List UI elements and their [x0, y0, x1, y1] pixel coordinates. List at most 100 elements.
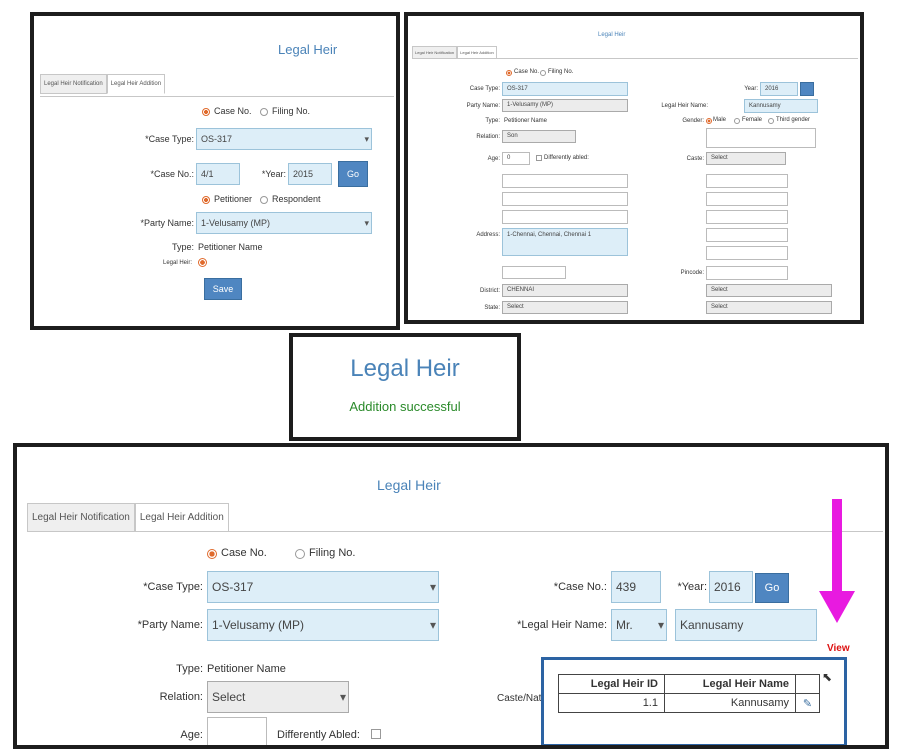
radio-filing-no[interactable] [295, 549, 305, 559]
radio-case-no[interactable] [506, 70, 512, 76]
case-type-select[interactable]: OS-317 ▾ [196, 128, 372, 150]
extra-field-1[interactable] [502, 174, 628, 188]
pincode-input[interactable] [706, 266, 788, 280]
tab-legal-heir-notification[interactable]: Legal Heir Notification [40, 74, 107, 94]
caste-select[interactable]: Select [706, 152, 786, 165]
age-label: Age: [180, 729, 203, 741]
edit-icon[interactable]: ✎ [795, 693, 820, 713]
case-type-label: *Case Type: [145, 134, 194, 144]
radio-petitioner-label: Petitioner [214, 194, 253, 204]
radio-third-gender[interactable] [768, 118, 774, 124]
success-dialog-title: Legal Heir [350, 355, 460, 382]
radio-female[interactable] [734, 118, 740, 124]
chevron-down-icon: ▾ [657, 618, 664, 632]
success-dialog: Legal Heir Addition successful [289, 333, 521, 441]
case-no-input[interactable]: 4/1 [196, 163, 240, 185]
tab-legal-heir-notification[interactable]: Legal Heir Notification [27, 503, 135, 532]
panel-title: Legal Heir [377, 477, 441, 493]
party-name-label: *Party Name: [137, 619, 203, 631]
legal-heir-checkbox[interactable] [198, 258, 207, 267]
go-button[interactable] [800, 82, 814, 96]
legal-heir-name-input[interactable]: Kannusamy [675, 609, 817, 641]
extra-field-4[interactable] [502, 266, 566, 279]
chevron-down-icon: ▾ [339, 690, 346, 704]
party-name-select[interactable]: 1-Velusamy (MP) ▾ [207, 609, 439, 641]
radio-male-label: Male [713, 117, 727, 123]
differently-abled-checkbox[interactable] [371, 729, 381, 739]
differently-abled-label: Differently abled: [544, 155, 589, 161]
tab-legal-heir-addition[interactable]: Legal Heir Addition [106, 74, 166, 94]
relation-select[interactable]: Son [502, 130, 576, 143]
radio-filing-no[interactable] [260, 108, 268, 116]
year-label: Year: [744, 86, 758, 92]
panel-legal-heir-details: Legal Heir Legal Heir Notification Legal… [404, 12, 864, 324]
legal-heir-table-box: Legal Heir ID Legal Heir Name 1.1 Kannus… [541, 657, 847, 745]
year-label: *Year: [677, 581, 707, 593]
go-button[interactable]: Go [755, 573, 789, 603]
relation-select[interactable]: Select ▾ [207, 681, 349, 713]
tab-legal-heir-addition[interactable]: Legal Heir Addition [134, 503, 229, 532]
case-type-select[interactable]: OS-317 ▾ [207, 571, 439, 603]
relation-label: Relation: [476, 134, 500, 140]
caste-label: Caste: [686, 156, 704, 162]
extra-field-2[interactable] [502, 192, 628, 206]
radio-case-no-label: Case No. [221, 547, 267, 559]
panel-legal-heir-result: Legal Heir Legal Heir Notification Legal… [13, 443, 889, 749]
view-link[interactable]: View [827, 643, 850, 654]
address-textarea[interactable]: 1-Chennai, Chennai, Chennai 1 [502, 228, 628, 256]
father-name-input[interactable] [706, 128, 816, 148]
party-name-select[interactable]: 1-Velusamy (MP) ▾ [196, 212, 372, 234]
radio-female-label: Female [742, 117, 763, 123]
extra-field-3[interactable] [502, 210, 628, 224]
age-input[interactable]: 0 [502, 152, 530, 165]
year-input[interactable]: 2016 [760, 82, 798, 96]
radio-filing-no-label: Filing No. [548, 69, 574, 75]
case-no-input[interactable]: 439 [611, 571, 661, 603]
year-input[interactable]: 2016 [709, 571, 753, 603]
gender-label: Gender: [682, 118, 704, 124]
table-cell-name: Kannusamy [663, 693, 797, 713]
chevron-down-icon: ▾ [429, 618, 436, 632]
differently-abled-checkbox[interactable] [536, 155, 542, 161]
panel-title: Legal Heir [278, 42, 338, 57]
table-header-name: Legal Heir Name [663, 674, 797, 694]
go-button[interactable]: Go [338, 161, 368, 187]
type-label: Type: [176, 663, 203, 675]
district2-select[interactable]: Select [706, 284, 832, 297]
radio-case-no[interactable] [207, 549, 217, 559]
year-input[interactable]: 2015 [288, 163, 332, 185]
radio-filing-no[interactable] [540, 70, 546, 76]
radio-case-no-label: Case No. [514, 69, 540, 75]
radio-filing-no-label: Filing No. [272, 106, 311, 116]
type-value: Petitioner Name [207, 663, 286, 675]
right-field-3[interactable] [706, 210, 788, 224]
salutation-select[interactable]: Mr. ▾ [611, 609, 667, 641]
case-type-select[interactable]: OS-317 [502, 82, 628, 96]
district-select[interactable]: CHENNAI [502, 284, 628, 297]
right-field-2[interactable] [706, 192, 788, 206]
table-row: 1.1 Kannusamy ✎ [558, 693, 820, 713]
relation-label: Relation: [159, 691, 203, 703]
right-field-4[interactable] [706, 228, 788, 242]
panel-legal-heir-addition-form: Legal Heir Legal Heir Notification Legal… [30, 12, 400, 330]
caste-label: Caste/Nat [497, 693, 542, 704]
state2-select[interactable]: Select [706, 301, 832, 314]
differently-abled-label: Differently Abled: [277, 729, 360, 741]
right-field-1[interactable] [706, 174, 788, 188]
radio-respondent-label: Respondent [272, 194, 321, 204]
radio-male[interactable] [706, 118, 712, 124]
chevron-down-icon: ▾ [364, 218, 369, 228]
age-input[interactable] [207, 717, 267, 745]
legal-heir-name-input[interactable]: Kannusamy [744, 99, 818, 113]
radio-case-no[interactable] [202, 108, 210, 116]
radio-respondent[interactable] [260, 196, 268, 204]
party-name-select[interactable]: 1-Velusamy (MP) [502, 99, 628, 112]
legal-heir-name-label: Legal Heir Name: [661, 103, 708, 109]
state-select[interactable]: Select [502, 301, 628, 314]
save-button[interactable]: Save [204, 278, 242, 300]
case-type-label: *Case Type: [143, 581, 203, 593]
case-type-label: Case Type: [469, 86, 500, 92]
chevron-down-icon: ▾ [429, 580, 436, 594]
radio-petitioner[interactable] [202, 196, 210, 204]
right-field-5[interactable] [706, 246, 788, 260]
